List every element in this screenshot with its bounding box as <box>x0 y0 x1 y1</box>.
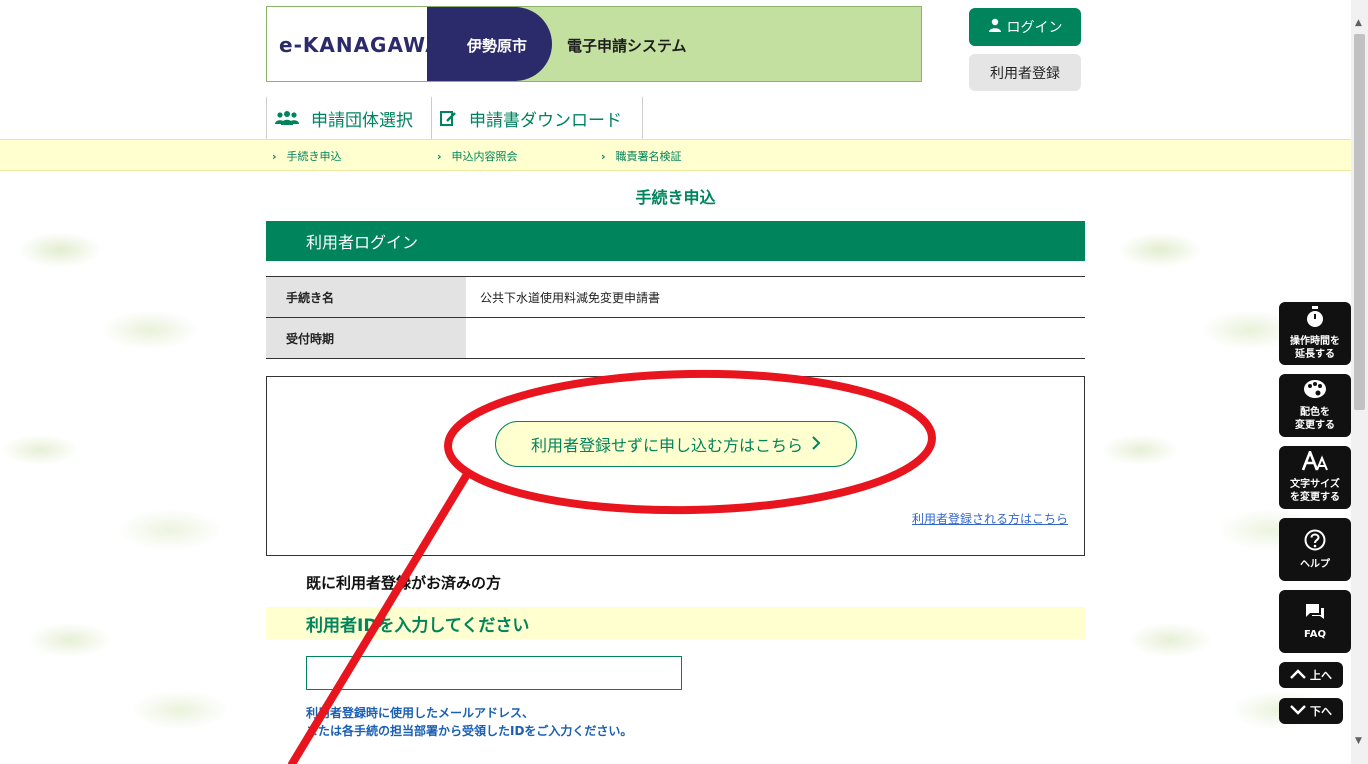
subnav-inquiry[interactable]: › 申込内容照会 <box>437 148 518 164</box>
login-button[interactable]: ログイン <box>969 8 1081 46</box>
people-icon <box>275 110 299 126</box>
registered-users-heading: 既に利用者登録がお済みの方 <box>306 574 502 592</box>
subnav-apply[interactable]: › 手続き申込 <box>272 148 342 164</box>
chevron-down-icon <box>1290 704 1306 718</box>
tab-form-download[interactable]: 申請書ダウンロード <box>431 97 643 139</box>
faq-button[interactable]: FAQ <box>1279 590 1351 653</box>
user-id-input[interactable] <box>306 656 682 690</box>
city-name: 伊勢原市 <box>467 37 528 55</box>
register-label: 利用者登録 <box>990 65 1060 82</box>
site-logo: e-KANAGAWA <box>279 33 442 57</box>
chevron-right-icon <box>811 435 821 454</box>
palette-icon <box>1303 379 1327 403</box>
login-choice-box: 利用者登録せずに申し込む方はこちら 利用者登録される方はこちら <box>266 376 1085 556</box>
user-id-help-text: 利用者登録時に使用したメールアドレス、 または各手続の担当部署から受領したIDを… <box>306 706 633 738</box>
tab-group-select[interactable]: 申請団体選択 <box>266 97 432 139</box>
chevron-right-icon: › <box>437 150 442 163</box>
page-title: 手続き申込 <box>635 188 716 207</box>
reception-period-label: 受付時期 <box>266 317 466 359</box>
table-row: 手続き名 公共下水道使用料減免変更申請書 <box>266 276 1085 318</box>
scroll-arrow-down-icon[interactable]: ▼ <box>1355 736 1362 746</box>
change-color-button[interactable]: 配色を 変更する <box>1279 374 1351 437</box>
leaf-background-left <box>0 170 250 764</box>
text-size-icon <box>1301 448 1329 475</box>
procedure-info-table: 手続き名 公共下水道使用料減免変更申請書 受付時期 <box>266 276 1085 359</box>
tab-group-select-label: 申請団体選択 <box>311 110 413 131</box>
faq-icon <box>1305 603 1325 625</box>
help-button[interactable]: ヘルプ <box>1279 518 1351 581</box>
login-label: ログイン <box>1006 20 1063 36</box>
chevron-right-icon: › <box>272 150 277 163</box>
text-size-button[interactable]: 文字サイズ を変更する <box>1279 446 1351 509</box>
apply-without-registration-button[interactable]: 利用者登録せずに申し込む方はこちら <box>495 421 857 467</box>
system-name: 電子申請システム <box>567 37 687 55</box>
subnav-signature-verify[interactable]: › 職責署名検証 <box>601 148 682 164</box>
chevron-right-icon: › <box>601 150 606 163</box>
section-title: 利用者ログイン <box>266 221 1085 261</box>
site-banner[interactable]: e-KANAGAWA 伊勢原市 電子申請システム <box>266 6 922 82</box>
procedure-name-label: 手続き名 <box>266 276 466 318</box>
stopwatch-icon <box>1305 306 1325 332</box>
user-register-button[interactable]: 利用者登録 <box>969 54 1081 91</box>
scroll-down-button[interactable]: 下へ <box>1279 698 1343 724</box>
user-icon <box>988 18 1002 36</box>
sub-navigation: › 手続き申込 › 申込内容照会 › 職責署名検証 <box>0 139 1368 171</box>
scroll-up-button[interactable]: 上へ <box>1279 662 1343 688</box>
page-scrollbar[interactable]: ▲ ▼ <box>1351 0 1368 764</box>
help-icon <box>1304 529 1326 555</box>
tab-form-download-label: 申請書ダウンロード <box>469 110 622 131</box>
scrollbar-thumb[interactable] <box>1354 34 1365 410</box>
user-id-prompt: 利用者IDを入力してください <box>266 607 1085 639</box>
register-link[interactable]: 利用者登録される方はこちら <box>912 510 1068 527</box>
download-form-icon <box>439 109 457 127</box>
procedure-name-value: 公共下水道使用料減免変更申請書 <box>466 276 1085 318</box>
table-row: 受付時期 <box>266 317 1085 359</box>
chevron-up-icon <box>1290 668 1306 682</box>
reception-period-value <box>466 318 1085 359</box>
extend-session-button[interactable]: 操作時間を 延長する <box>1279 302 1351 365</box>
scroll-arrow-up-icon[interactable]: ▲ <box>1355 18 1362 28</box>
